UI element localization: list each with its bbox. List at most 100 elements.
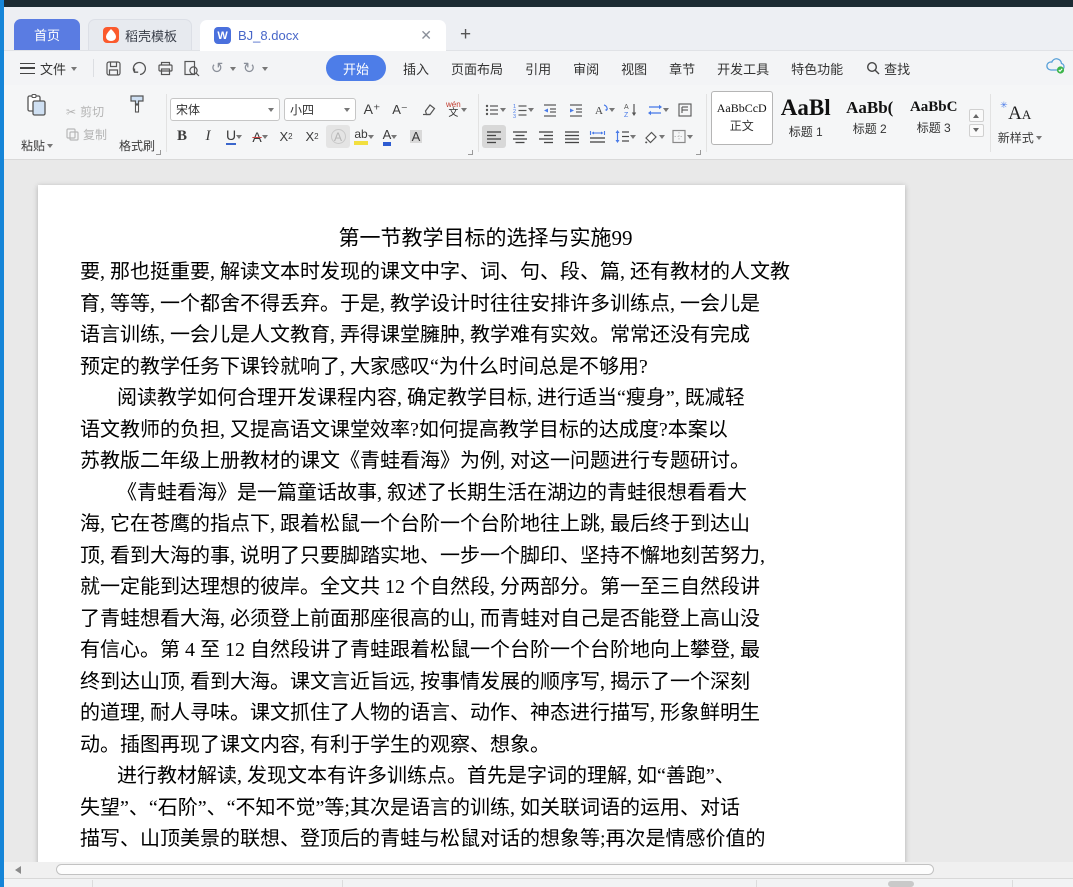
redo-button[interactable]: ↻ (236, 56, 262, 80)
font-name-value: 宋体 (176, 101, 200, 118)
chevron-down-icon (630, 135, 636, 142)
shrink-font-button[interactable]: A⁻ (388, 98, 412, 121)
cut-button[interactable]: ✂ 剪切 (66, 103, 107, 120)
numbered-list-button[interactable]: 123 (510, 98, 536, 121)
increase-indent-button[interactable] (564, 98, 588, 121)
wps-writer-window: 首页 稻壳模板 W BJ_8.docx ✕ + 文件 (0, 0, 1073, 887)
document-page[interactable]: 第一节教学目标的选择与实施99 要, 那也挺重要, 解读文本时发现的课文中字、词… (38, 185, 905, 887)
document-tab[interactable]: W BJ_8.docx ✕ (200, 20, 446, 51)
document-line-1: 育, 等等, 一个都舍不得丢弃。于是, 教学设计时往往安排许多训练点, 一会儿是 (80, 289, 891, 321)
enclosed-character-button[interactable]: A (326, 125, 350, 148)
menu-item-4[interactable]: 审阅 (562, 55, 610, 81)
underline-button[interactable]: U (222, 125, 246, 148)
menu-item-8[interactable]: 特色功能 (780, 55, 854, 81)
copy-label: 复制 (83, 126, 107, 143)
new-tab-button[interactable]: + (460, 25, 471, 44)
line-spacing-button[interactable] (612, 125, 638, 148)
italic-button[interactable]: I (196, 125, 220, 148)
styles-scroll-down-button[interactable] (969, 124, 984, 137)
decrease-indent-button[interactable] (538, 98, 562, 121)
print-preview-button[interactable] (178, 56, 204, 80)
style-item-1[interactable]: AaBl标题 1 (775, 91, 837, 145)
clipboard-dialog-launcher[interactable] (156, 150, 161, 155)
superscript-button[interactable]: X2 (274, 125, 298, 148)
paste-button[interactable]: 粘贴 (12, 89, 62, 157)
file-menu-button[interactable]: 文件 (4, 59, 87, 78)
menu-item-6[interactable]: 章节 (658, 55, 706, 81)
style-sample: AaBbC (910, 100, 958, 116)
styles-gallery: AaBbCcD正文AaBl标题 1AaBb(标题 2AaBbC标题 3 (710, 89, 966, 157)
strikethrough-button[interactable]: A (248, 125, 272, 148)
svg-text:3: 3 (513, 114, 516, 118)
borders-button[interactable] (669, 125, 695, 148)
text-direction-button[interactable]: A (590, 98, 617, 121)
document-line-9: 顶, 看到大海的事, 说明了只要脚踏实地、一步一个脚印、坚持不懈地刻苦努力, (80, 541, 891, 573)
shading-fill-button[interactable] (640, 125, 667, 148)
menu-item-1[interactable]: 插入 (392, 55, 440, 81)
align-left-button[interactable] (482, 125, 506, 148)
menu-item-5[interactable]: 视图 (610, 55, 658, 81)
scroll-left-arrow-icon[interactable] (11, 866, 21, 874)
menu-item-3[interactable]: 引用 (514, 55, 562, 81)
styles-scroll-up-button[interactable] (969, 109, 984, 122)
horizontal-scrollbar-thumb[interactable] (56, 864, 934, 875)
paragraph-dialog-launcher[interactable] (696, 150, 701, 155)
clear-format-button[interactable] (416, 98, 440, 121)
font-name-select[interactable]: 宋体 (170, 98, 280, 121)
star-icon: ✳ (1000, 100, 1008, 111)
new-style-icon: ✳ AA (1008, 103, 1031, 129)
paragraph-group: 123 (482, 89, 703, 157)
window-left-edge (0, 0, 4, 887)
copy-button[interactable]: 复制 (66, 126, 107, 143)
justify-button[interactable] (560, 125, 584, 148)
font-size-select[interactable]: 小四 (284, 98, 356, 121)
new-style-button[interactable]: ✳ AA 新样式 (998, 89, 1042, 157)
format-painter-button[interactable]: 格式刷 (111, 89, 163, 157)
status-bar-control[interactable] (888, 881, 914, 887)
text-highlight-button[interactable]: ab (352, 125, 376, 148)
save-button[interactable] (100, 56, 126, 80)
align-center-button[interactable] (508, 125, 532, 148)
menu-item-0[interactable]: 开始 (326, 55, 386, 81)
docer-templates-tab[interactable]: 稻壳模板 (88, 19, 192, 50)
undo-button[interactable]: ↺ (204, 56, 230, 80)
copy-icon (66, 128, 79, 141)
more-commands-icon[interactable] (262, 67, 268, 74)
horizontal-scrollbar[interactable] (4, 862, 1073, 878)
close-tab-icon[interactable]: ✕ (420, 27, 432, 44)
align-right-button[interactable] (534, 125, 558, 148)
home-tab[interactable]: 首页 (14, 19, 80, 50)
print-button[interactable] (152, 56, 178, 80)
export-pdf-button[interactable] (126, 56, 152, 80)
window-top-edge (0, 0, 1073, 7)
ribbon-toolbar: 粘贴 ✂ 剪切 复制 格式刷 (4, 85, 1073, 160)
divider (756, 880, 757, 887)
divider (166, 94, 167, 152)
style-item-2[interactable]: AaBb(标题 2 (839, 91, 901, 145)
chevron-down-icon (659, 135, 665, 142)
paragraph-layout-button[interactable] (673, 98, 697, 121)
grow-font-button[interactable]: A⁺ (360, 98, 384, 121)
tab-bar: 首页 稻壳模板 W BJ_8.docx ✕ + (4, 7, 1073, 51)
find-button[interactable]: 查找 (866, 59, 910, 78)
document-line-16: 进行教材解读, 发现文本有许多训练点。首先是字词的理解, 如“善跑”、 (80, 761, 891, 793)
bold-button[interactable]: B (170, 125, 194, 148)
subscript-button[interactable]: X2 (300, 125, 324, 148)
find-label: 查找 (884, 59, 910, 78)
style-item-3[interactable]: AaBbC标题 3 (903, 91, 965, 145)
chevron-down-icon (528, 108, 534, 115)
show-paragraph-marks-button[interactable] (645, 98, 671, 121)
style-item-0[interactable]: AaBbCcD正文 (711, 91, 773, 145)
menu-item-7[interactable]: 开发工具 (706, 55, 780, 81)
distribute-button[interactable] (586, 125, 610, 148)
sort-button[interactable]: A Z (619, 98, 643, 121)
pinyin-guide-button[interactable]: wén 文 (444, 98, 469, 121)
character-shading-button[interactable]: A (404, 125, 428, 148)
cloud-sync-icon[interactable] (1045, 57, 1067, 75)
bullet-list-button[interactable] (482, 98, 508, 121)
font-color-button[interactable]: A (378, 125, 402, 148)
font-dialog-launcher[interactable] (468, 150, 473, 155)
menu-item-2[interactable]: 页面布局 (440, 55, 514, 81)
style-sample: AaBb( (846, 99, 893, 117)
divider (1012, 880, 1013, 887)
